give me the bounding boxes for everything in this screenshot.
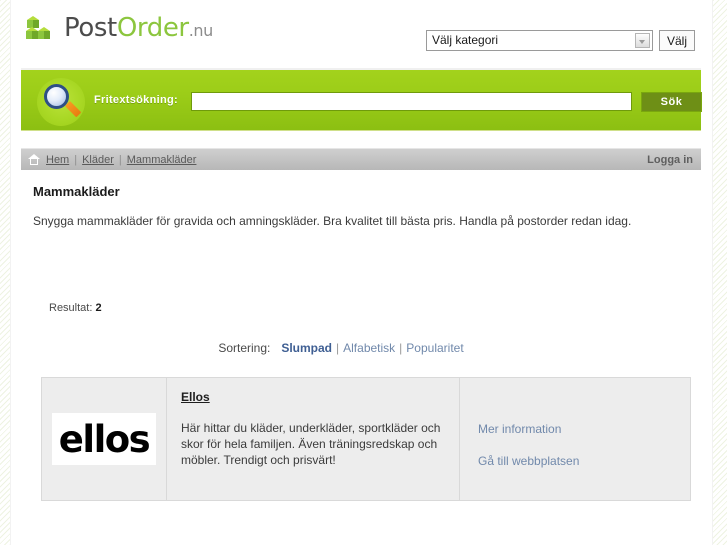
result-info-cell: Ellos Här hittar du kläder, underkläder,…: [167, 378, 460, 500]
results-list: ellos Ellos Här hittar du kläder, underk…: [21, 377, 701, 501]
breadcrumb: Hem | Kläder | Mammakläder Logga in: [21, 148, 701, 170]
breadcrumb-item-klader[interactable]: Kläder: [82, 154, 114, 166]
magnifier-icon: [37, 78, 85, 126]
page-description: Snygga mammakläder för gravida och amnin…: [33, 214, 632, 228]
chevron-down-icon[interactable]: [635, 33, 650, 48]
search-input[interactable]: [191, 92, 632, 111]
result-count: Resultat: 2: [49, 302, 701, 314]
site-header: PostOrder.nu Välj kategori Välj: [11, 0, 712, 68]
breadcrumb-separator: |: [118, 153, 122, 166]
result-count-label: Resultat:: [49, 302, 93, 314]
login-link[interactable]: Logga in: [647, 154, 693, 166]
breadcrumb-item-hem[interactable]: Hem: [46, 154, 69, 166]
logo-text-post: Post: [64, 13, 117, 43]
category-submit-button[interactable]: Välj: [659, 30, 695, 51]
page-title: Mammakläder: [33, 184, 120, 199]
category-select[interactable]: Välj kategori: [426, 30, 653, 51]
logo-text-nu: .nu: [188, 21, 214, 40]
result-title-link[interactable]: Ellos: [181, 390, 443, 404]
result-count-value: 2: [95, 302, 102, 314]
home-icon[interactable]: [28, 154, 40, 165]
brand-logo: ellos: [52, 413, 156, 465]
search-submit-button[interactable]: Sök: [641, 92, 702, 112]
main-content: Mammakläder Snygga mammakläder för gravi…: [21, 170, 701, 501]
sort-separator: |: [399, 341, 403, 355]
category-select-value: Välj kategori: [432, 33, 499, 47]
logo-text-order: Order: [116, 13, 189, 43]
ad-placeholder: [21, 230, 701, 302]
search-bar: Fritextsökning: Sök: [21, 68, 702, 131]
result-links-cell: Mer information Gå till webbplatsen: [460, 378, 690, 500]
result-description: Här hittar du kläder, underkläder, sport…: [181, 421, 441, 467]
more-information-link[interactable]: Mer information: [478, 422, 690, 436]
result-card: ellos Ellos Här hittar du kläder, underk…: [41, 377, 691, 501]
site-logo[interactable]: PostOrder.nu: [25, 13, 213, 43]
search-label: Fritextsökning:: [94, 94, 178, 106]
go-to-website-link[interactable]: Gå till webbplatsen: [478, 454, 690, 468]
logo-wordmark: PostOrder.nu: [64, 13, 213, 43]
sorting-label: Sortering:: [218, 341, 271, 355]
page-container: PostOrder.nu Välj kategori Välj Fritexts…: [11, 0, 712, 545]
sorting-controls: Sortering: Slumpad | Alfabetisk | Popularitet: [21, 341, 701, 355]
sort-option-slumpad[interactable]: Slumpad: [281, 341, 332, 355]
cubes-icon: [25, 13, 55, 43]
sort-option-popularitet[interactable]: Popularitet: [406, 341, 463, 355]
breadcrumb-separator: |: [74, 153, 78, 166]
sort-option-alfabetisk[interactable]: Alfabetisk: [343, 341, 395, 355]
sort-separator: |: [336, 341, 340, 355]
breadcrumb-item-mammaklader[interactable]: Mammakläder: [127, 154, 197, 166]
result-logo-cell: ellos: [42, 378, 167, 500]
category-chooser: Välj kategori Välj: [426, 30, 695, 51]
